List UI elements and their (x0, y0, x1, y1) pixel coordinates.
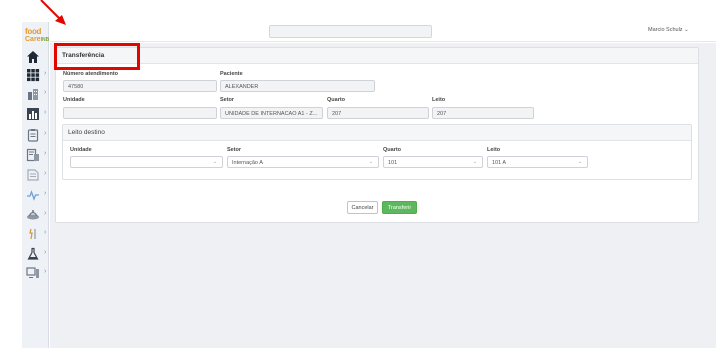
paciente-value: ALEXANDER (225, 83, 259, 90)
flask-icon (27, 247, 39, 260)
chevron-down-icon: ⌄ (577, 159, 582, 165)
leito-destino-title: Leito destino (68, 129, 105, 136)
chevron-right-icon: › (44, 150, 47, 157)
quarto-label: Quarto (327, 97, 346, 103)
home-icon (27, 51, 39, 63)
paciente-field[interactable]: ALEXANDER (220, 80, 375, 92)
sidebar-item-screen[interactable]: › (22, 264, 49, 282)
grid-icon (27, 69, 40, 82)
unidade-field[interactable] (63, 107, 217, 119)
sidebar-item-chart[interactable]: › (22, 105, 49, 123)
user-menu[interactable]: Marcio Schulz ⌄ (648, 27, 689, 33)
numero-atendimento-field[interactable]: 47580 (63, 80, 217, 92)
chevron-right-icon: › (44, 229, 47, 236)
setor-value: UNIDADE DE INTERNACAO A1 - Z... (225, 110, 318, 117)
sidebar-item-flask[interactable]: › (22, 245, 49, 263)
destino-setor-value: Internação A (232, 159, 263, 166)
document-icon (27, 169, 39, 181)
pulse-icon (27, 190, 39, 201)
chef-icon (29, 228, 36, 240)
chevron-right-icon: › (44, 268, 47, 275)
leito-value: 207 (437, 110, 447, 117)
chevron-right-icon: › (44, 190, 47, 197)
chevron-down-icon: ⌄ (472, 159, 477, 165)
sidebar: food CareINB › › › › › › › › › › › (22, 22, 49, 348)
destino-leito-label: Leito (487, 147, 501, 153)
destino-quarto-value: 101 (388, 159, 398, 166)
chevron-right-icon: › (44, 210, 47, 217)
chevron-right-icon: › (44, 130, 47, 137)
quarto-field[interactable]: 207 (327, 107, 429, 119)
search-input[interactable] (269, 25, 432, 38)
page: food CareINB › › › › › › › › › › › Marci… (0, 0, 716, 353)
setor-label: Setor (220, 97, 235, 103)
paciente-label: Paciente (220, 71, 243, 77)
destino-leito-value: 101 A (492, 159, 507, 166)
destino-setor-select[interactable]: Internação A ⌄ (227, 156, 379, 168)
destino-leito-select[interactable]: 101 A ⌄ (487, 156, 588, 168)
leito-destino-panel: Leito destino Unidade ⌄ Setor Internação… (62, 124, 692, 180)
numero-atendimento-label: Número atendimento (63, 71, 119, 77)
sidebar-item-building[interactable]: › (22, 85, 49, 103)
chevron-right-icon: › (44, 170, 47, 177)
annotation-arrow-icon (40, 0, 66, 25)
destino-quarto-label: Quarto (383, 147, 402, 153)
destino-unidade-label: Unidade (70, 147, 92, 153)
transfer-panel: Transferência Número atendimento 47580 P… (55, 47, 699, 223)
cancel-button[interactable]: Cancelar (347, 201, 378, 214)
quarto-value: 207 (332, 110, 342, 117)
tray-icon (27, 210, 39, 220)
sidebar-item-report[interactable]: › (22, 146, 49, 164)
sidebar-item-grid[interactable]: › (22, 66, 49, 84)
topbar: Marcio Schulz ⌄ (50, 22, 716, 42)
sidebar-item-chef[interactable]: › (22, 225, 49, 243)
destino-quarto-select[interactable]: 101 ⌄ (383, 156, 483, 168)
chevron-right-icon: › (44, 70, 47, 77)
sidebar-item-tray[interactable]: › (22, 206, 49, 224)
numero-atendimento-value: 47580 (68, 83, 84, 90)
chevron-down-icon: ⌄ (368, 159, 373, 165)
leito-label: Leito (432, 97, 446, 103)
panel-header: Transferência (56, 48, 698, 64)
main-content: Transferência Número atendimento 47580 P… (50, 43, 716, 348)
sidebar-item-document[interactable]: › (22, 166, 49, 184)
sidebar-item-pulse[interactable]: › (22, 186, 49, 204)
destino-unidade-select[interactable]: ⌄ (70, 156, 223, 168)
leito-destino-header: Leito destino (63, 125, 691, 141)
unidade-label: Unidade (63, 97, 85, 103)
clipboard-icon (27, 129, 39, 142)
destino-setor-label: Setor (227, 147, 242, 153)
screen-icon (26, 267, 39, 278)
chevron-down-icon: ⌄ (212, 159, 217, 165)
chevron-right-icon: › (44, 249, 47, 256)
chart-icon (27, 108, 39, 120)
leito-field[interactable]: 207 (432, 107, 534, 119)
chevron-right-icon: › (44, 89, 47, 96)
setor-field[interactable]: UNIDADE DE INTERNACAO A1 - Z... (220, 107, 323, 119)
sidebar-item-clipboard[interactable]: › (22, 126, 49, 144)
sidebar-item-home[interactable] (22, 48, 49, 66)
transfer-button[interactable]: Transferir (382, 201, 417, 214)
building-icon (28, 89, 38, 100)
chevron-right-icon: › (44, 109, 47, 116)
report-icon (26, 148, 39, 162)
